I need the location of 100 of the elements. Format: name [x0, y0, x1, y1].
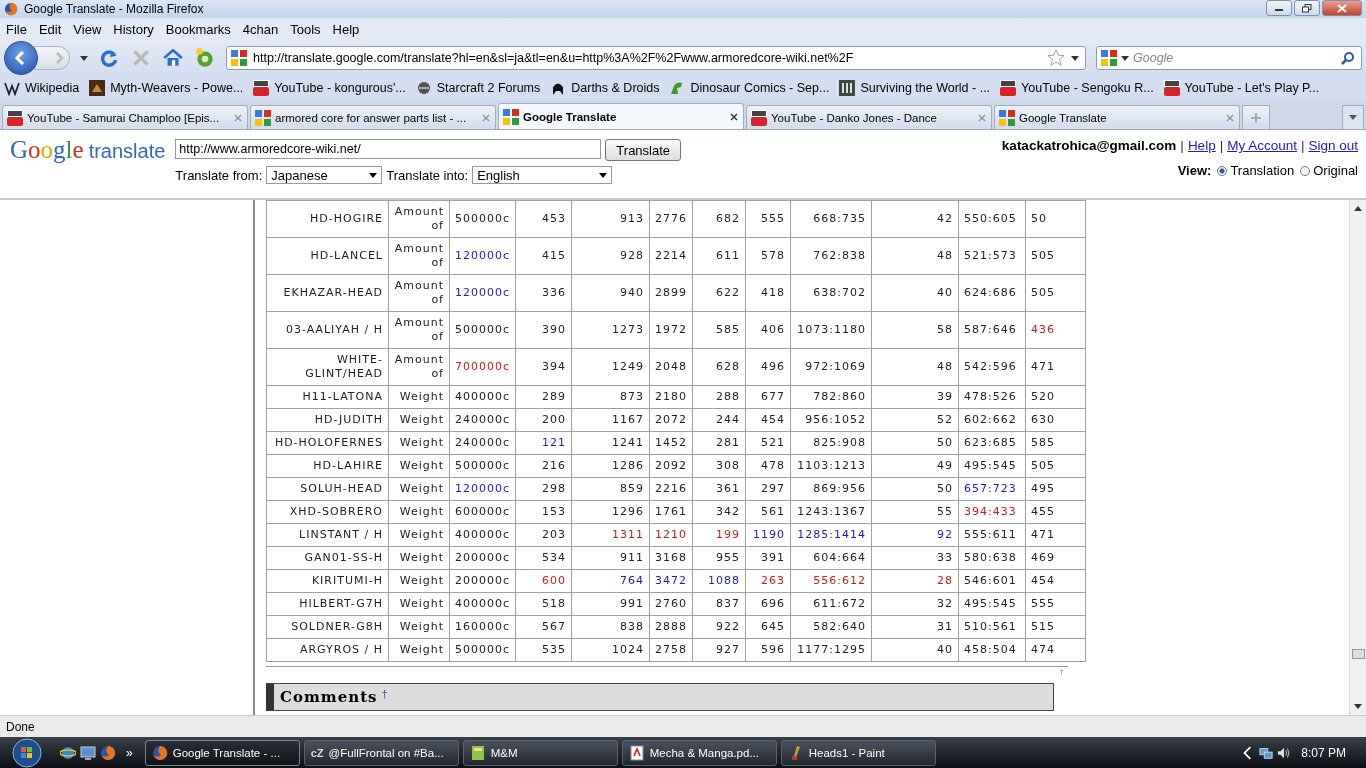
browser-tab[interactable]: YouTube - Samurai Champloo [Epis... — [2, 105, 248, 129]
table-cell: 585 — [1025, 431, 1086, 455]
taskbar-button[interactable]: Google Translate - ... — [144, 739, 300, 766]
table-cell: XHD-SOBRERO — [266, 500, 389, 524]
bookmark-link[interactable]: YouTube - kongurous'... — [274, 81, 406, 95]
scroll-down-icon[interactable] — [1354, 704, 1362, 709]
table-cell: 40 — [871, 274, 959, 312]
table-cell: Amount of — [388, 311, 450, 349]
restore-button[interactable] — [1294, 0, 1320, 16]
close-button[interactable] — [1322, 0, 1362, 16]
site-icon — [7, 109, 23, 126]
table-cell: 1972 — [649, 311, 693, 349]
caret-icon[interactable] — [80, 55, 88, 61]
scroll-up-icon[interactable] — [1354, 206, 1362, 211]
language-dropdown[interactable]: English — [472, 166, 613, 184]
taskbar-button[interactable]: cZ @FullFrontal on #Ba... — [303, 739, 459, 766]
table-cell: Amount of — [388, 348, 450, 386]
bookmark-link[interactable]: Myth-Weavers - Powe... — [110, 81, 244, 95]
table-cell: Weight — [388, 546, 450, 570]
table-cell: 2760 — [649, 592, 693, 616]
table-cell: 1167 — [571, 408, 650, 432]
menu-item[interactable]: History — [113, 21, 154, 37]
view-radio[interactable]: Translation — [1217, 163, 1295, 178]
caret-icon[interactable] — [1071, 55, 1079, 61]
scroll-thumb[interactable] — [1352, 649, 1365, 659]
header-link[interactable]: Help — [1187, 138, 1216, 153]
view-radio[interactable]: Original — [1300, 163, 1358, 178]
translate-button[interactable]: Translate — [605, 139, 682, 161]
search-bar[interactable]: Google — [1096, 46, 1362, 70]
table-cell: 39 — [871, 385, 959, 409]
bookmark-link[interactable]: YouTube - Sengoku R... — [1021, 81, 1154, 95]
search-icon[interactable] — [1341, 51, 1355, 65]
menu-item[interactable]: File — [6, 21, 27, 37]
menu-item[interactable]: Tools — [290, 21, 321, 37]
browser-tab[interactable]: armored core for answer parts list - ... — [250, 105, 496, 129]
menu-item[interactable]: Bookmarks — [165, 21, 231, 37]
forward-button[interactable] — [34, 46, 70, 70]
address-field[interactable]: http://translate.google.com/translate?hl=en&sl=ja&tl=en&u=http%3A%2F%2Fwww.armoredcore-wiki.net%2F — [226, 46, 1086, 70]
desktop-icon[interactable] — [80, 744, 96, 761]
radio-icon[interactable] — [1217, 165, 1228, 176]
scrollbar[interactable] — [1349, 200, 1366, 715]
table-cell: HD-JUDITH — [266, 408, 389, 432]
bookmark-link[interactable]: YouTube - Let's Play P... — [1184, 81, 1320, 95]
table-cell: 415 — [515, 237, 572, 275]
table-cell: HD-HOLOFERNES — [266, 431, 389, 455]
globe-icon[interactable] — [60, 744, 76, 761]
table-cell: 400000c — [449, 592, 516, 616]
table-cell: 505 — [1025, 454, 1086, 478]
caret-icon[interactable] — [1121, 55, 1129, 61]
browser-tab[interactable]: Google Translate — [498, 103, 744, 129]
anchor-link[interactable]: † — [381, 688, 388, 700]
bookmark-link[interactable]: Starcraft 2 Forums — [436, 81, 541, 95]
table-cell: 436 — [1025, 311, 1086, 349]
top-link[interactable]: † — [1059, 667, 1064, 676]
table-cell: Weight — [388, 477, 450, 501]
bookmark-link[interactable]: Darths & Droids — [571, 81, 660, 95]
bookmark-link[interactable]: Dinosaur Comics - Sep... — [690, 81, 830, 95]
table-cell: 469 — [1025, 546, 1086, 570]
minimize-button[interactable] — [1266, 0, 1292, 16]
header-link[interactable]: My Account — [1227, 138, 1297, 153]
table-cell: Weight — [388, 454, 450, 478]
table-cell: 336 — [515, 274, 572, 312]
network-icon[interactable] — [1259, 745, 1274, 760]
table-cell: 873 — [571, 385, 650, 409]
table-cell: 33 — [871, 546, 959, 570]
table-cell: 825:908 — [790, 431, 872, 455]
star-icon[interactable] — [1047, 49, 1065, 67]
start-button[interactable] — [12, 737, 42, 768]
menu-item[interactable]: Edit — [38, 21, 62, 37]
table-cell: 1285:1414 — [790, 523, 872, 547]
bookmark-link[interactable]: Surviving the World - ... — [860, 81, 991, 95]
table-cell: 911 — [571, 546, 650, 570]
field-label: Translate from: — [175, 167, 263, 183]
menu-item[interactable]: View — [73, 21, 102, 37]
header-link[interactable]: Sign out — [1308, 138, 1358, 153]
bookmark-link[interactable]: Wikipedia — [25, 81, 80, 95]
browser-icon[interactable] — [100, 744, 116, 761]
taskbar-button[interactable]: Heads1 - Paint — [780, 739, 936, 766]
table-cell: 2072 — [649, 408, 693, 432]
overflow-chevron[interactable]: » — [126, 745, 133, 760]
volume-icon[interactable] — [1277, 745, 1292, 760]
tab-list-button[interactable] — [1342, 105, 1364, 129]
menu-item[interactable]: Help — [332, 21, 360, 37]
addon-icon[interactable] — [194, 47, 216, 69]
taskbar-button[interactable]: M&M — [462, 739, 618, 766]
home-icon[interactable] — [162, 47, 184, 69]
table-cell: 955 — [692, 546, 746, 570]
back-button[interactable] — [4, 41, 38, 75]
menu-item[interactable]: 4chan — [242, 21, 279, 37]
browser-tab[interactable]: Google Translate — [994, 105, 1240, 129]
url-field[interactable]: http://www.armoredcore-wiki.net/ — [175, 139, 602, 159]
browser-tab[interactable]: YouTube - Danko Jones - Dance — [746, 105, 992, 129]
table-cell: 42 — [871, 200, 959, 238]
language-dropdown[interactable]: Japanese — [266, 166, 383, 184]
taskbar-button[interactable]: Mecha & Manga.pd... — [621, 739, 777, 766]
close-icon[interactable] — [729, 111, 739, 122]
table-cell: 596 — [745, 638, 791, 662]
reload-icon[interactable] — [98, 47, 120, 69]
radio-icon[interactable] — [1300, 165, 1311, 176]
site-icon — [89, 80, 106, 96]
